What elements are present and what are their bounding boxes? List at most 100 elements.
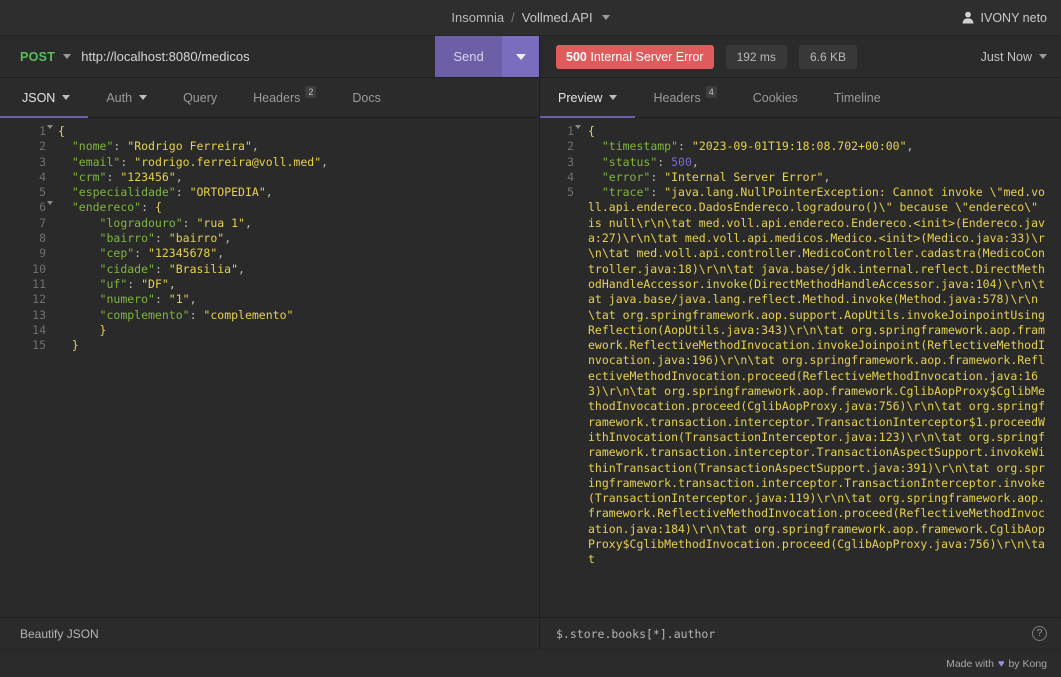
line-number-continuation [540,537,574,552]
code-token: , [265,185,273,200]
request-tab-auth[interactable]: Auth [88,78,165,117]
code-token: "complemento" [58,307,190,322]
response-tab-cookies[interactable]: Cookies [735,78,816,117]
request-footer: Beautify JSON [0,617,539,649]
url-bar: POST http://localhost:8080/medicos Send [0,36,539,78]
request-body-editor[interactable]: 1 2 3 4 5 6 7 8 9 10 11 12 13 14 15 { "nome": "Rodrigo… [0,118,539,617]
code-token: "DF" [141,276,169,291]
fold-caret-icon[interactable] [47,125,53,129]
code-line: { [588,124,1051,139]
response-tab-preview[interactable]: Preview [540,78,636,118]
code-token: , [217,246,225,261]
insomnia-window: Insomnia / Vollmed.API IVONY neto POST h… [0,0,1061,677]
fold-caret-icon[interactable] [47,201,53,206]
send-options-button[interactable] [502,36,539,77]
code-line: "endereco": { [58,200,539,215]
code-token: "Rodrigo Ferreira" [127,139,252,154]
status-badge: 500 Internal Server Error [556,44,714,69]
line-number-continuation [540,430,574,445]
app-name: Insomnia [451,10,505,25]
response-history-dropdown[interactable]: Just Now [981,50,1047,64]
code-token: "123456" [120,169,176,184]
code-token: "12345678" [148,246,218,261]
avatar-icon [962,11,974,24]
line-number-continuation [540,308,574,323]
code-token: { [154,200,162,215]
code-token: { [58,124,65,138]
line-number: 6 [0,200,53,215]
help-icon[interactable]: ? [1032,626,1047,641]
code-token: , [823,169,831,184]
fold-caret-icon[interactable] [575,125,581,129]
beautify-json-button[interactable]: Beautify JSON [20,627,99,641]
response-status-bar: 500 Internal Server Error 192 ms 6.6 KB … [540,36,1061,78]
code-token: : [154,292,169,307]
code-line: "cidade": "Brasilia", [58,262,539,277]
request-tab-json[interactable]: JSON [0,78,89,118]
code-token: : [154,261,169,276]
chevron-down-icon [609,95,618,100]
kong-footer: Made with ♥ by Kong [0,649,1061,677]
response-filter-input[interactable]: $.store.books[*].author [556,627,715,641]
workspace-name[interactable]: Vollmed.API [522,10,593,25]
line-number-continuation [540,231,574,246]
code-line: "especialidade": "ORTOPEDIA", [58,185,539,200]
by-kong-label: by Kong [1008,657,1047,670]
line-number-continuation [540,246,574,261]
line-number-continuation [540,200,574,215]
url-input[interactable]: http://localhost:8080/medicos [77,36,435,77]
chevron-down-icon [139,95,148,100]
code-line: } [58,323,539,338]
code-token: , [321,154,329,169]
request-tab-query[interactable]: Query [165,78,235,117]
heart-icon: ♥ [997,657,1005,670]
request-code[interactable]: { "nome": "Rodrigo Ferreira", "email": "… [52,124,539,617]
line-number-continuation [540,277,574,292]
code-token: : [141,200,155,215]
line-number: 8 [39,231,46,246]
breadcrumb: Insomnia / Vollmed.API [0,10,1061,25]
request-tab-headers[interactable]: Headers 2 [235,78,334,117]
line-number-continuation [540,384,574,399]
response-code: { "timestamp": "2023-09-01T19:18:08.702+… [580,124,1061,617]
code-line: "cep": "12345678", [58,246,539,261]
line-number-continuation [540,369,574,384]
line-number: 4 [39,169,46,184]
code-token: , [251,139,259,154]
line-number: 3 [39,154,46,169]
chevron-down-icon[interactable] [601,15,610,20]
code-line: "error": "Internal Server Error", [588,170,1051,185]
code-token: "numero" [58,292,155,307]
account-menu[interactable]: IVONY neto [962,11,1047,25]
response-tab-timeline[interactable]: Timeline [816,78,899,117]
response-tab-headers[interactable]: Headers 4 [635,78,734,117]
code-line: "trace": "java.lang.NullPointerException… [588,185,1051,567]
line-number: 5 [567,185,574,200]
code-token: "cep" [58,246,135,261]
send-button[interactable]: Send [435,36,502,77]
method-selector[interactable]: POST [0,36,77,77]
code-token: "Brasilia" [168,261,239,276]
request-pane: POST http://localhost:8080/medicos Send … [0,36,540,649]
code-line: "complemento": "complemento" [58,308,539,323]
line-number-continuation [540,491,574,506]
code-token: , [244,215,252,230]
code-line: } [58,338,539,353]
code-token: , [691,154,699,169]
title-bar: Insomnia / Vollmed.API IVONY neto [0,0,1061,36]
line-number-continuation [540,445,574,460]
tab-badge: 4 [705,86,717,98]
tab-label: Query [183,90,218,105]
code-token: : [127,276,142,291]
response-body-viewer[interactable]: 12345 { "timestamp": "2023-09-01T19:18:0… [540,118,1061,617]
tab-label: Auth [106,90,133,105]
code-token: : [106,169,121,184]
code-token: "trace" [588,185,651,200]
code-line: "bairro": "bairro", [58,231,539,246]
method-label: POST [20,49,56,64]
line-number-continuation [540,522,574,537]
code-line: "nome": "Rodrigo Ferreira", [58,139,539,154]
code-line: "numero": "1", [58,292,539,307]
request-tab-docs[interactable]: Docs [334,78,398,117]
request-gutter: 1 2 3 4 5 6 7 8 9 10 11 12 13 14 15 [0,124,53,617]
